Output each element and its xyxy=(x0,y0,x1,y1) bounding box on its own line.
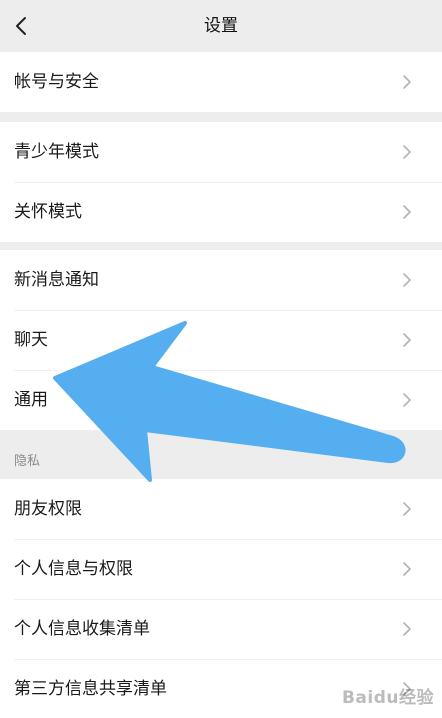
group-general: 新消息通知 聊天 通用 xyxy=(0,250,442,430)
settings-item-youth-mode[interactable]: 青少年模式 xyxy=(0,122,442,182)
chevron-right-icon xyxy=(403,622,411,636)
settings-item-label: 关怀模式 xyxy=(14,202,82,222)
settings-item-label: 聊天 xyxy=(14,330,48,350)
chevron-right-icon xyxy=(403,393,411,407)
settings-item-label: 个人信息收集清单 xyxy=(14,619,150,639)
nav-bar: 设置 xyxy=(0,0,442,52)
settings-item-friend-permissions[interactable]: 朋友权限 xyxy=(0,479,442,539)
section-title-privacy: 隐私 xyxy=(14,454,41,469)
settings-item-label: 帐号与安全 xyxy=(14,72,99,92)
settings-item-personal-info-permissions[interactable]: 个人信息与权限 xyxy=(0,539,442,599)
settings-item-label: 青少年模式 xyxy=(14,142,99,162)
chevron-right-icon xyxy=(403,273,411,287)
chevron-right-icon xyxy=(403,502,411,516)
settings-item-info-collection-list[interactable]: 个人信息收集清单 xyxy=(0,599,442,659)
chevron-right-icon xyxy=(403,75,411,89)
group-account: 帐号与安全 xyxy=(0,52,442,112)
settings-item-care-mode[interactable]: 关怀模式 xyxy=(0,182,442,242)
chevron-right-icon xyxy=(403,205,411,219)
settings-item-label: 新消息通知 xyxy=(14,270,99,290)
settings-page: 设置 帐号与安全 青少年模式 关怀模式 新消息通知 聊天 通用 隐私 朋友权限 … xyxy=(0,0,442,718)
watermark: Baidu经验 xyxy=(341,688,434,708)
page-title: 设置 xyxy=(204,16,238,36)
settings-item-account-security[interactable]: 帐号与安全 xyxy=(0,52,442,112)
settings-item-chat[interactable]: 聊天 xyxy=(0,310,442,370)
unread-badge-dot xyxy=(58,375,67,384)
settings-item-label: 朋友权限 xyxy=(14,499,82,519)
group-modes: 青少年模式 关怀模式 xyxy=(0,122,442,242)
chevron-right-icon xyxy=(403,333,411,347)
settings-item-label: 第三方信息共享清单 xyxy=(14,679,167,699)
chevron-right-icon xyxy=(403,145,411,159)
settings-item-label: 个人信息与权限 xyxy=(14,559,133,579)
settings-item-notifications[interactable]: 新消息通知 xyxy=(0,250,442,310)
chevron-right-icon xyxy=(403,562,411,576)
settings-item-label: 通用 xyxy=(14,390,48,410)
